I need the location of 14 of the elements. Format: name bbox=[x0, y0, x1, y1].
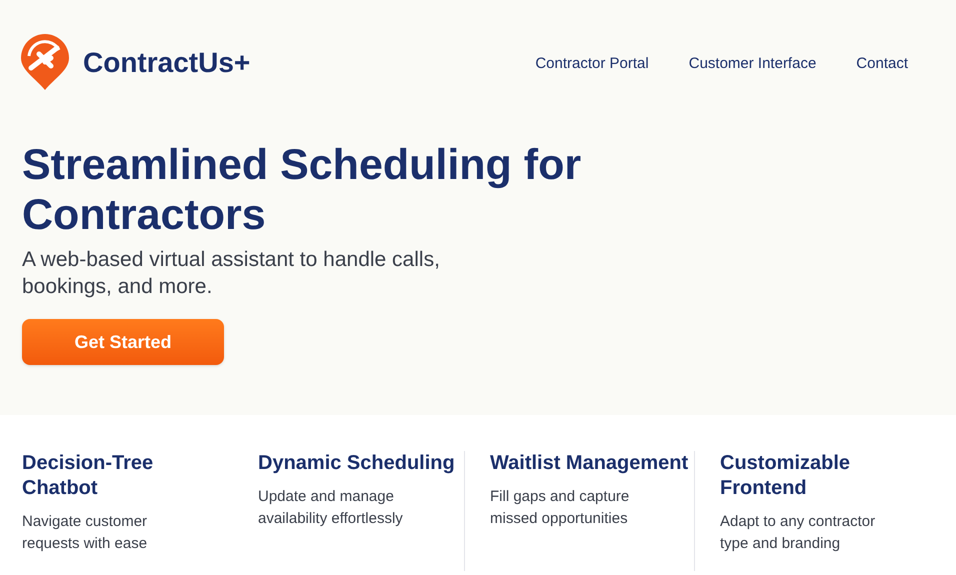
feature-description: Navigate customer requests with ease bbox=[22, 512, 148, 554]
feature-title: Waitlist Management bbox=[490, 451, 690, 476]
nav-link[interactable]: Contact bbox=[856, 52, 908, 76]
feature-description: Adapt to any contractor type and branding bbox=[720, 512, 876, 554]
nav-link[interactable]: Customer Interface bbox=[688, 52, 816, 76]
feature-title: Customizable Frontend bbox=[720, 451, 852, 501]
hero-title: Streamlined Scheduling for Contractors bbox=[22, 140, 582, 240]
brand-name: ContractUs+ bbox=[83, 46, 250, 80]
hero-subtitle: A web-based virtual assistant to handle calls, bookings, and more. bbox=[22, 247, 441, 300]
feature-title: Dynamic Scheduling bbox=[258, 451, 456, 476]
feature-title: Decision-Tree Chatbot bbox=[22, 451, 154, 501]
feature-description: Fill gaps and capture missed opportunities bbox=[490, 487, 630, 529]
nav-link[interactable]: Contractor Portal bbox=[535, 52, 649, 76]
feature-description: Update and manage availability effortlessly bbox=[258, 487, 404, 529]
